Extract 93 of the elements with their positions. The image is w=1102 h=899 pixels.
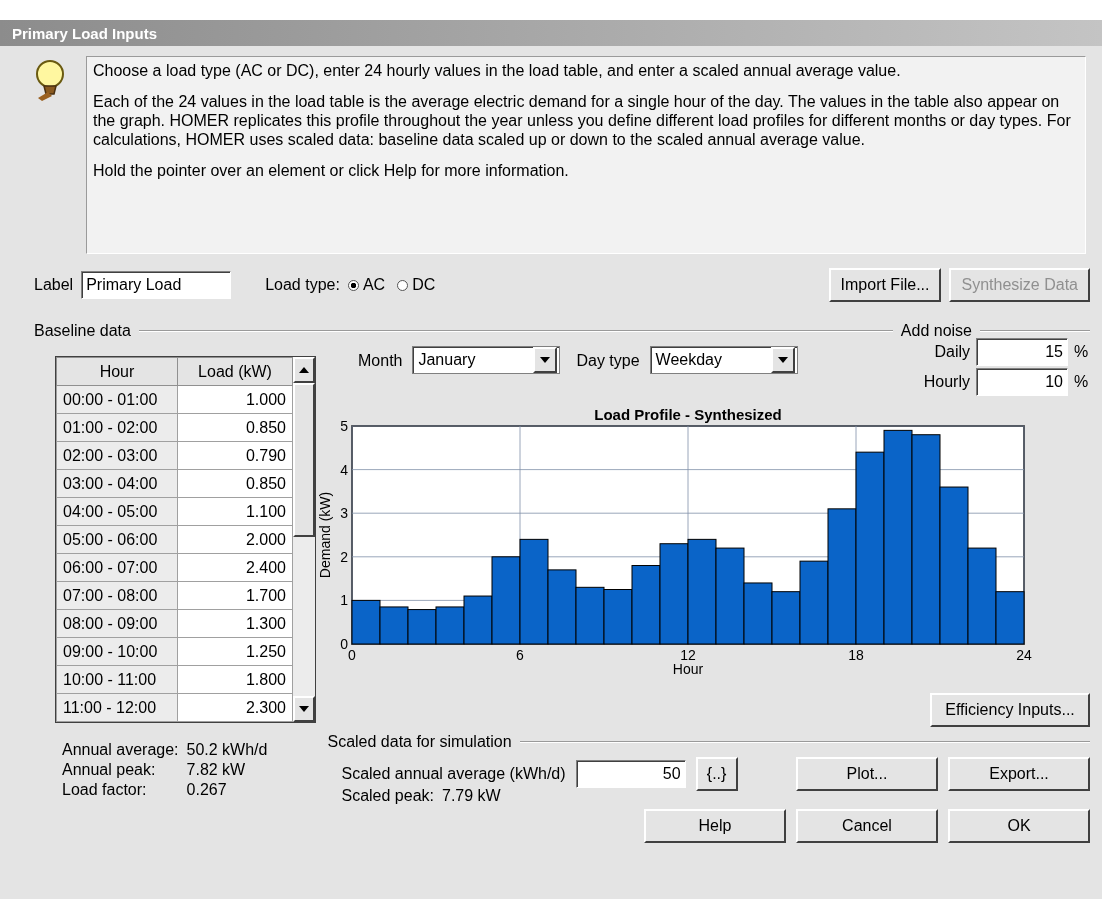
x-tick-label: 6 bbox=[516, 647, 524, 663]
down-arrow-icon bbox=[299, 706, 309, 712]
radio-label[interactable]: AC bbox=[362, 276, 386, 294]
dialog-button[interactable]: Help bbox=[644, 809, 786, 843]
table-cell: 00:00 - 01:00 bbox=[56, 385, 178, 414]
y-tick-label: 3 bbox=[340, 505, 348, 522]
y-tick-label: 1 bbox=[340, 592, 348, 609]
group-heading: Add noise bbox=[900, 322, 972, 340]
label-caption: Label bbox=[34, 276, 74, 294]
scrollbar[interactable] bbox=[293, 357, 315, 722]
window-title: Primary Load Inputs bbox=[12, 24, 158, 42]
table-cell: 04:00 - 05:00 bbox=[56, 497, 178, 526]
help-paragraph: Choose a load type (AC or DC), enter 24 hourly values in the load table, and enter a scaled annual average value. bbox=[93, 61, 902, 80]
month-dropdown[interactable]: January bbox=[412, 346, 561, 374]
bar bbox=[435, 606, 465, 645]
y-axis-label: Demand (kW) bbox=[317, 491, 333, 579]
percent-unit: % bbox=[1074, 343, 1090, 361]
table-cell: 03:00 - 04:00 bbox=[56, 469, 178, 498]
y-tick-label: 5 bbox=[340, 418, 348, 434]
help-paragraph: Hold the pointer over an element or click Help for more information. bbox=[93, 161, 570, 180]
table-cell[interactable]: 0.850 bbox=[177, 413, 293, 442]
table-cell[interactable]: 0.850 bbox=[177, 469, 293, 498]
month-caption: Month bbox=[358, 352, 403, 370]
day-type-dropdown[interactable]: Weekday bbox=[649, 346, 798, 374]
bar bbox=[603, 589, 633, 645]
table-cell: 05:00 - 06:00 bbox=[56, 525, 178, 554]
group-heading: Baseline data bbox=[34, 322, 131, 340]
dropdown-arrow-icon bbox=[540, 357, 551, 363]
table-cell[interactable]: 2.400 bbox=[177, 553, 293, 582]
table-cell: 07:00 - 08:00 bbox=[56, 581, 178, 610]
scaled-average-field[interactable]: 50 bbox=[575, 760, 686, 788]
day-type-caption: Day type bbox=[576, 352, 640, 370]
chart-title: Load Profile - Synthesized bbox=[594, 406, 782, 423]
help-paragraph: Each of the 24 values in the load table is the average electric demand for a single hour of the day. The values in the table also appear on the graph. HOMER replicates this profile throughout the year unless you define different load profiles for different months or day types. For calculations, HOMER uses scaled data: baseline data scaled up or down to the scaled annual average value. bbox=[93, 92, 1072, 149]
import-button[interactable]: Import File... bbox=[828, 268, 942, 302]
up-arrow-icon bbox=[299, 367, 309, 373]
radio-button[interactable] bbox=[397, 279, 409, 291]
x-tick-label: 0 bbox=[348, 647, 356, 663]
dialog-button[interactable]: Plot... bbox=[796, 757, 938, 791]
scaled-peak-value: 7.79 kW bbox=[442, 787, 501, 805]
table-cell[interactable]: 1.700 bbox=[177, 581, 293, 610]
stat-value: 50.2 kWh/d bbox=[186, 741, 268, 759]
table-cell[interactable]: 1.800 bbox=[177, 665, 293, 694]
scaled-peak-caption: Scaled peak: bbox=[341, 787, 434, 805]
noise-caption: Hourly bbox=[922, 373, 970, 391]
radio-button[interactable] bbox=[347, 279, 359, 291]
dropdown-arrow-icon bbox=[777, 357, 788, 363]
bar bbox=[351, 599, 381, 645]
scaled-average-caption: Scaled annual average (kWh/d) bbox=[341, 765, 566, 783]
table-cell: 01:00 - 02:00 bbox=[56, 413, 178, 442]
stat-label: Annual average: bbox=[62, 741, 179, 759]
dialog-button[interactable]: Cancel bbox=[796, 809, 938, 843]
y-tick-label: 2 bbox=[340, 548, 348, 565]
radio-label[interactable]: DC bbox=[412, 276, 436, 294]
percent-unit: % bbox=[1074, 373, 1090, 391]
table-cell: 06:00 - 07:00 bbox=[56, 553, 178, 582]
efficiency-inputs-button[interactable]: Efficiency Inputs... bbox=[930, 693, 1090, 727]
group-heading: Scaled data for simulation bbox=[327, 733, 512, 751]
column-header: Hour bbox=[56, 357, 178, 386]
dialog-button[interactable]: Export... bbox=[948, 757, 1090, 791]
bar bbox=[379, 606, 409, 645]
table-cell[interactable]: 1.300 bbox=[177, 609, 293, 638]
sensitivity-button[interactable]: {..} bbox=[695, 757, 738, 791]
label-field[interactable]: Primary Load bbox=[81, 271, 232, 299]
noise-field[interactable]: 10 bbox=[976, 368, 1068, 396]
y-tick-label: 0 bbox=[340, 636, 348, 652]
dialog-button[interactable]: OK bbox=[948, 809, 1090, 843]
table-cell[interactable]: 0.790 bbox=[177, 441, 293, 470]
x-tick-label: 24 bbox=[1016, 647, 1032, 663]
table-cell: 09:00 - 10:00 bbox=[56, 637, 178, 666]
noise-caption: Daily bbox=[933, 343, 970, 361]
table-cell[interactable]: 2.000 bbox=[177, 525, 293, 554]
table-cell[interactable]: 1.250 bbox=[177, 637, 293, 666]
table-cell: 02:00 - 03:00 bbox=[56, 441, 178, 470]
x-tick-label: 18 bbox=[848, 647, 864, 663]
x-axis-label: Hour bbox=[672, 661, 704, 677]
stat-label: Load factor: bbox=[62, 781, 148, 799]
y-tick-label: 4 bbox=[340, 461, 348, 478]
bar bbox=[407, 609, 437, 645]
table-cell[interactable]: 2.300 bbox=[177, 693, 293, 722]
x-tick-label: 12 bbox=[680, 647, 696, 663]
table-cell: 08:00 - 09:00 bbox=[56, 609, 178, 638]
noise-field[interactable]: 15 bbox=[976, 338, 1068, 366]
bar bbox=[575, 586, 605, 645]
table-cell[interactable]: 1.100 bbox=[177, 497, 293, 526]
table-cell: 11:00 - 12:00 bbox=[56, 693, 178, 722]
column-header: Load (kW) bbox=[177, 357, 293, 386]
table-cell: 10:00 - 11:00 bbox=[56, 665, 178, 694]
stat-value: 0.267 bbox=[186, 781, 228, 799]
stat-label: Annual peak: bbox=[62, 761, 157, 779]
stat-value: 7.82 kW bbox=[186, 761, 247, 779]
table-cell[interactable]: 1.000 bbox=[177, 385, 293, 414]
load-type-caption: Load type: bbox=[265, 276, 340, 294]
